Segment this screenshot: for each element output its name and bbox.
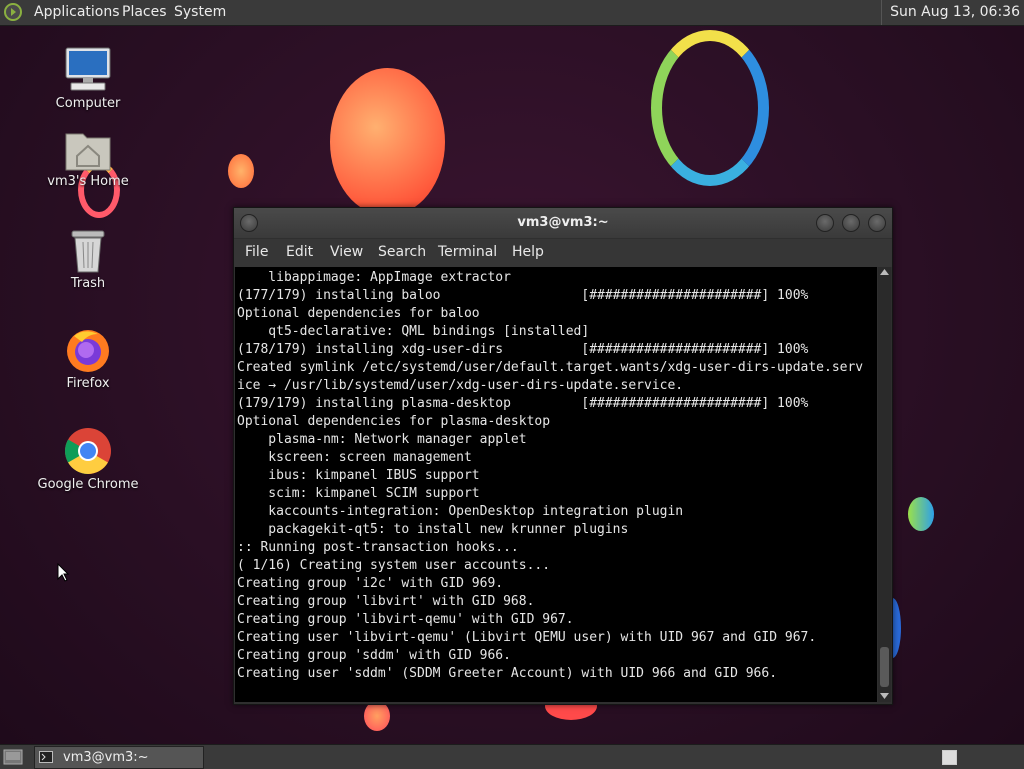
terminal-line: Creating user 'sddm' (SDDM Greeter Accou…	[237, 666, 778, 681]
home-folder-icon	[65, 133, 111, 171]
minimize-button[interactable]	[816, 214, 834, 232]
terminal-line: Creating group 'libvirt' with GID 968.	[237, 594, 535, 609]
close-button[interactable]	[868, 214, 886, 232]
desktop-icon-label: Google Chrome	[37, 477, 139, 492]
menu-view[interactable]: View	[330, 244, 363, 260]
terminal-line: ice → /usr/lib/systemd/user/xdg-user-dir…	[237, 378, 684, 393]
terminal-line: packagekit-qt5: to install new krunner p…	[237, 522, 629, 537]
terminal-line: Created symlink /etc/systemd/user/defaul…	[237, 360, 864, 375]
desktop-icon-firefox[interactable]: Firefox	[33, 326, 143, 391]
scroll-down-arrow-icon[interactable]	[880, 693, 889, 700]
trash-icon	[71, 230, 105, 273]
terminal-menubar: File Edit View Search Terminal Help	[234, 239, 892, 267]
taskbar-item-label: vm3@vm3:~	[63, 750, 149, 765]
terminal-icon	[39, 751, 53, 763]
terminal-line: ( 1/16) Creating system user accounts...	[237, 558, 551, 573]
terminal-line: scim: kimpanel SCIM support	[237, 486, 480, 501]
window-menu-button[interactable]	[240, 214, 258, 232]
top-panel: Applications Places System Sun Aug 13, 0…	[0, 0, 1024, 26]
scroll-up-arrow-icon[interactable]	[880, 269, 889, 276]
applications-menu[interactable]: Applications	[34, 0, 120, 25]
workspace-switcher[interactable]	[942, 750, 957, 765]
desktop-icon-home[interactable]: vm3's Home	[33, 128, 143, 189]
menu-edit[interactable]: Edit	[286, 244, 313, 260]
scrollbar-thumb[interactable]	[880, 647, 889, 687]
desktop-icon-chrome[interactable]: Google Chrome	[33, 427, 143, 492]
desktop-icon-computer[interactable]: Computer	[33, 46, 143, 111]
terminal-line: (179/179) installing plasma-desktop [###…	[237, 396, 809, 411]
desktop-icon-label: Firefox	[66, 376, 110, 391]
menu-help[interactable]: Help	[512, 244, 544, 260]
terminal-line: kscreen: screen management	[237, 450, 472, 465]
desktop-icon-label: Trash	[70, 276, 106, 291]
terminal-line: (178/179) installing xdg-user-dirs [####…	[237, 342, 809, 357]
terminal-line: qt5-declarative: QML bindings [installed…	[237, 324, 590, 339]
desktop-icon-label: Computer	[55, 96, 121, 111]
terminal-line: Optional dependencies for baloo	[237, 306, 480, 321]
places-menu[interactable]: Places	[122, 0, 167, 25]
chrome-icon	[65, 428, 111, 474]
terminal-line: (177/179) installing baloo [############…	[237, 288, 809, 303]
terminal-line: Creating user 'libvirt-qemu' (Libvirt QE…	[237, 630, 817, 645]
terminal-line: Creating group 'sddm' with GID 966.	[237, 648, 511, 663]
taskbar-item-terminal[interactable]: vm3@vm3:~	[34, 746, 204, 769]
terminal-line: plasma-nm: Network manager applet	[237, 432, 527, 447]
menu-search[interactable]: Search	[378, 244, 426, 260]
wallpaper-bottom-blob	[364, 701, 390, 731]
terminal-line: libappimage: AppImage extractor	[237, 270, 511, 285]
terminal-scrollbar[interactable]	[878, 267, 891, 702]
terminal-window[interactable]: vm3@vm3:~ File Edit View Search Terminal…	[233, 207, 893, 705]
bottom-panel: vm3@vm3:~	[0, 744, 1024, 769]
computer-icon	[65, 47, 111, 91]
terminal-line: Creating group 'i2c' with GID 969.	[237, 576, 504, 591]
maximize-button[interactable]	[842, 214, 860, 232]
terminal-line: kaccounts-integration: OpenDesktop integ…	[237, 504, 684, 519]
clock[interactable]: Sun Aug 13, 06:36	[881, 0, 1020, 25]
menu-terminal[interactable]: Terminal	[438, 244, 497, 260]
mouse-cursor-icon	[57, 563, 69, 582]
desktop-icon-label: vm3's Home	[47, 174, 129, 189]
terminal-line: ibus: kimpanel IBUS support	[237, 468, 480, 483]
wallpaper-orange-blob	[330, 68, 445, 216]
wallpaper-small-orange-blob	[228, 154, 254, 188]
terminal-line: Optional dependencies for plasma-desktop	[237, 414, 551, 429]
terminal-titlebar[interactable]: vm3@vm3:~	[234, 208, 892, 238]
terminal-title: vm3@vm3:~	[517, 215, 609, 230]
terminal-line: Creating group 'libvirt-qemu' with GID 9…	[237, 612, 574, 627]
terminal-output[interactable]: libappimage: AppImage extractor (177/179)…	[235, 267, 877, 702]
desktop-icon-trash[interactable]: Trash	[33, 228, 143, 291]
wallpaper-ring	[651, 30, 769, 186]
system-menu[interactable]: System	[174, 0, 226, 25]
wallpaper-green-blob	[908, 497, 934, 531]
show-desktop-icon[interactable]	[3, 749, 23, 765]
menu-file[interactable]: File	[245, 244, 268, 260]
applications-menu-icon[interactable]	[4, 3, 22, 21]
terminal-line: :: Running post-transaction hooks...	[237, 540, 519, 555]
firefox-icon	[67, 330, 109, 372]
